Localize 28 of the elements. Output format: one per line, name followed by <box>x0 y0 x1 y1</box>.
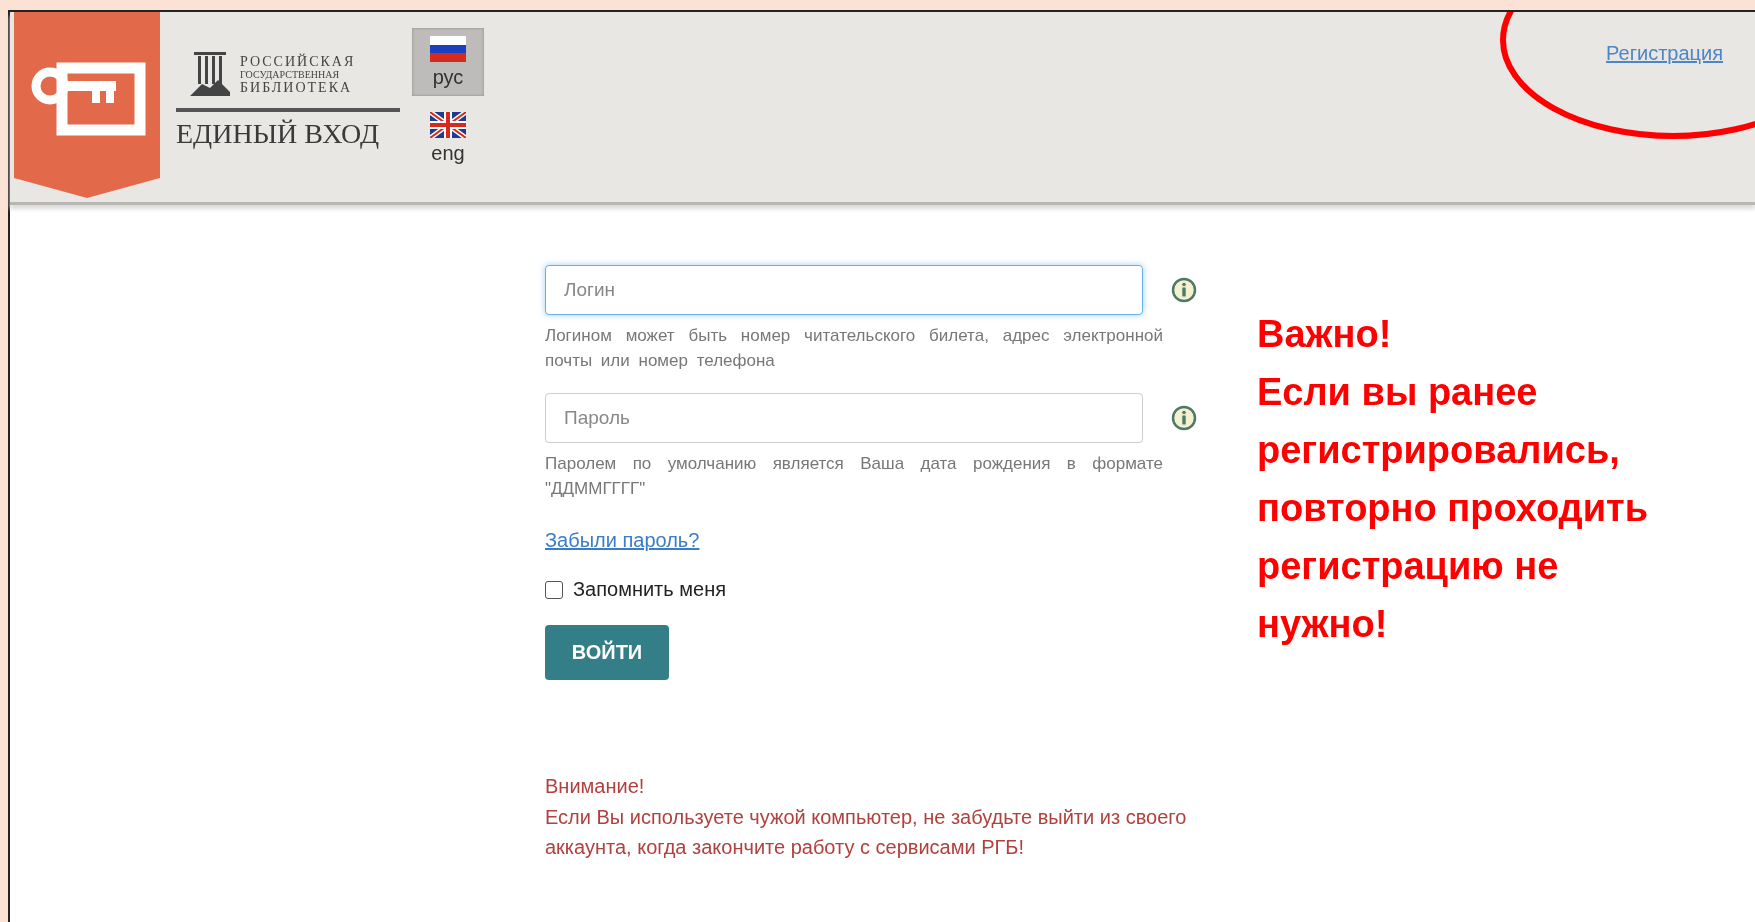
library-name-line: РОССИЙСКАЯ <box>240 54 356 68</box>
language-button[interactable]: eng <box>412 104 484 172</box>
registration-link[interactable]: Регистрация <box>1606 42 1723 65</box>
flag-icon <box>430 111 466 138</box>
forgot-password-link[interactable]: Забыли пароль? <box>545 529 700 552</box>
flag-icon <box>430 35 466 62</box>
warning-title: Внимание! <box>545 775 646 798</box>
info-icon[interactable] <box>1171 405 1197 431</box>
callout-text-line: повторно проходить <box>1257 486 1649 531</box>
library-name-line: ГОСУДАРСТВЕННАЯ <box>240 67 341 81</box>
callout-text-line: регистрацию не <box>1257 544 1560 589</box>
warning-text: Если Вы используете чужой компьютер, не забудьте выйти из своего аккаунта, когда закончите работу с сервисами РГБ! <box>545 805 1188 860</box>
field-hint: Логином может быть номер читательского билета, адрес электронной почты или номер телефона <box>545 325 1163 372</box>
library-name-line: БИБЛИОТЕКА <box>240 80 354 94</box>
language-button[interactable]: рус <box>412 28 484 96</box>
callout-text-line: нужно! <box>1257 602 1389 647</box>
callout-text-line: Если вы ранее <box>1257 370 1539 415</box>
remember-label: Запомнить меня <box>573 578 726 601</box>
service-title: ЕДИНЫЙ ВХОД <box>176 118 380 150</box>
login-button[interactable]: ВОЙТИ <box>545 625 669 680</box>
callout-text-line: регистрировались, <box>1257 428 1621 473</box>
info-icon[interactable] <box>1171 277 1197 303</box>
remember-checkbox[interactable] <box>545 580 563 599</box>
password-field[interactable]: Пароль <box>545 393 1143 443</box>
login-field[interactable]: Логин <box>545 265 1143 315</box>
callout-title: Важно! <box>1257 312 1393 357</box>
columns-logo-icon <box>190 52 230 96</box>
field-hint: Паролем по умолчанию является Ваша дата рождения в формате "ДДММГГГГ" <box>545 453 1163 500</box>
